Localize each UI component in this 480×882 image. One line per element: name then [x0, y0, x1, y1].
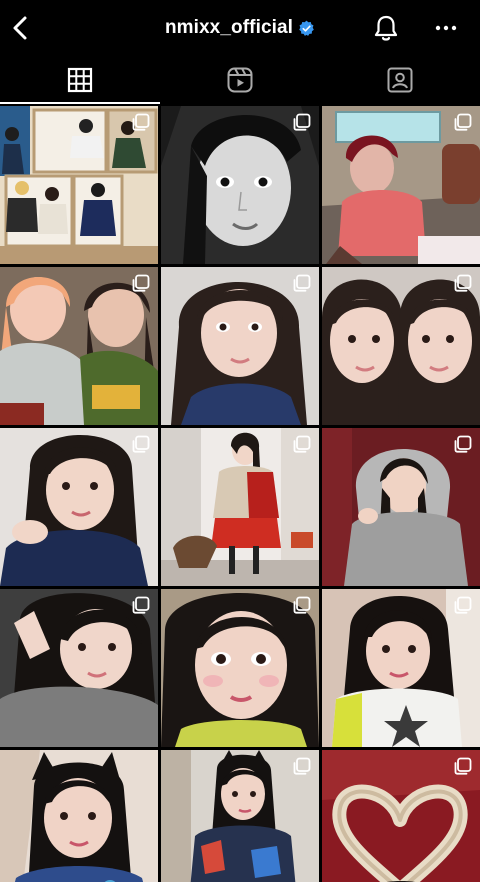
carousel-icon [293, 113, 311, 131]
tagged-icon [387, 67, 413, 93]
carousel-icon [132, 435, 150, 453]
post-tile[interactable] [322, 750, 480, 882]
post-tile[interactable] [0, 428, 158, 586]
tab-tagged[interactable] [320, 56, 480, 104]
carousel-icon [132, 596, 150, 614]
post-tile[interactable] [161, 750, 319, 882]
tab-reels[interactable] [160, 56, 320, 104]
back-button[interactable] [6, 10, 34, 46]
profile-tabs [0, 56, 480, 104]
carousel-icon [293, 596, 311, 614]
post-tile[interactable] [322, 106, 480, 264]
post-tile[interactable] [0, 267, 158, 425]
post-thumbnail [0, 750, 158, 882]
post-tile[interactable] [322, 428, 480, 586]
chevron-left-icon [13, 16, 27, 40]
carousel-icon [454, 435, 472, 453]
carousel-icon [293, 274, 311, 292]
post-tile[interactable] [0, 750, 158, 882]
post-tile[interactable] [0, 589, 158, 747]
grid-icon [67, 67, 93, 93]
carousel-icon [454, 113, 472, 131]
carousel-icon [132, 274, 150, 292]
more-horizontal-icon [435, 25, 457, 31]
profile-username[interactable]: nmixx_official [165, 17, 293, 39]
verified-badge-icon [298, 20, 315, 37]
post-tile[interactable] [161, 106, 319, 264]
post-tile[interactable] [322, 589, 480, 747]
post-tile[interactable] [161, 589, 319, 747]
post-tile[interactable] [322, 267, 480, 425]
carousel-icon [454, 757, 472, 775]
tab-posts-grid[interactable] [0, 56, 160, 104]
post-tile[interactable] [161, 428, 319, 586]
notifications-button[interactable] [370, 12, 402, 44]
post-tile[interactable] [161, 267, 319, 425]
more-options-button[interactable] [430, 12, 462, 44]
post-tile[interactable] [0, 106, 158, 264]
posts-grid [0, 106, 480, 882]
profile-header: nmixx_official [0, 0, 480, 56]
reels-icon [227, 67, 253, 93]
carousel-icon [293, 435, 311, 453]
carousel-icon [293, 757, 311, 775]
bell-icon [374, 15, 398, 41]
carousel-icon [132, 113, 150, 131]
carousel-icon [454, 274, 472, 292]
carousel-icon [454, 596, 472, 614]
